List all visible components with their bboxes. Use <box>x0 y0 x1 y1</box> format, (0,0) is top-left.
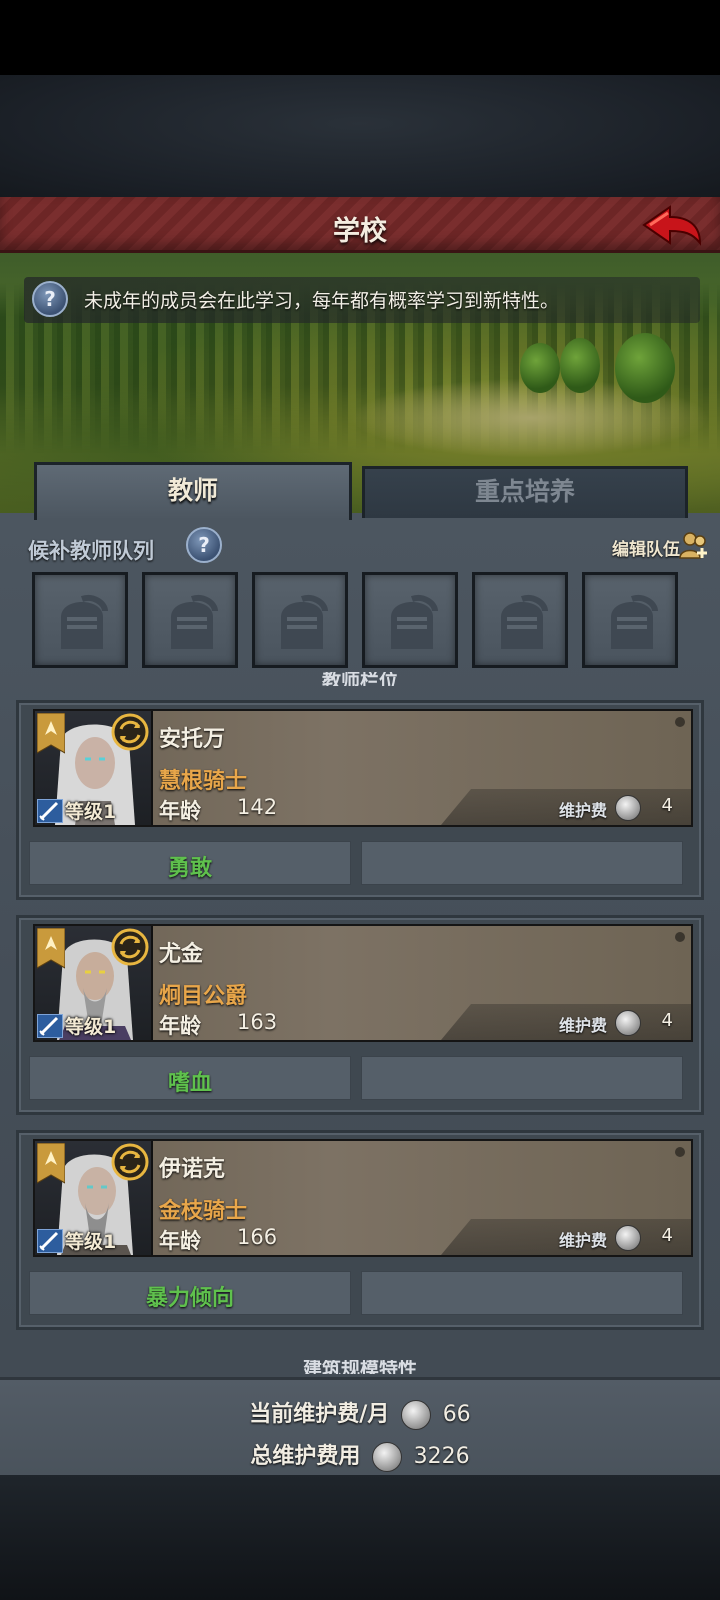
teacher-portrait: 等级1 <box>35 926 153 1040</box>
bottom-backdrop <box>0 1475 720 1600</box>
trait-slot-empty[interactable] <box>361 841 683 885</box>
trait-slot-empty[interactable] <box>361 1271 683 1315</box>
upkeep-label: 维护费 <box>558 801 607 820</box>
tree-decor <box>520 343 560 393</box>
silver-coin-icon <box>615 795 641 821</box>
knight-helmet-icon <box>171 595 218 649</box>
trait-slot[interactable]: 暴力倾向 <box>29 1271 351 1315</box>
knight-helmet-icon <box>501 595 548 649</box>
teacher-age: 166 <box>237 1225 278 1249</box>
rivet-decor <box>675 1147 685 1157</box>
total-upkeep-value: 3226 <box>413 1444 470 1469</box>
tree-decor <box>615 333 675 403</box>
teacher-name: 尤金 <box>159 942 204 967</box>
teacher-slots-header: 教师栏位 <box>321 672 398 686</box>
trait-slot[interactable]: 嗜血 <box>29 1056 351 1100</box>
candidate-queue-label: 候补教师队列 <box>28 539 154 563</box>
help-icon[interactable]: ? <box>32 281 68 317</box>
teacher-age: 163 <box>237 1010 278 1034</box>
knight-helmet-icon <box>391 595 438 649</box>
page-title: 学校 <box>333 216 387 247</box>
upkeep-label: 维护费 <box>558 1016 607 1035</box>
building-traits-header: 建筑规模特性 <box>302 1360 417 1374</box>
teacher-level: 等级1 <box>65 801 117 823</box>
trait-slot[interactable]: 勇敢 <box>29 841 351 885</box>
teacher-title: 慧根骑士 <box>159 769 248 794</box>
knight-helmet-icon <box>281 595 328 649</box>
weapon-sword-icon <box>37 799 63 823</box>
rivet-decor <box>675 717 685 727</box>
teacher-portrait: 等级1 <box>35 1141 153 1255</box>
teacher-level: 等级1 <box>65 1016 117 1038</box>
trait-label: 暴力倾向 <box>145 1286 234 1311</box>
candidate-slot[interactable] <box>362 572 458 668</box>
candidate-slot[interactable] <box>472 572 568 668</box>
candidate-slot[interactable] <box>582 572 678 668</box>
silver-coin-icon <box>401 1400 432 1430</box>
weapon-sword-icon <box>37 1229 63 1253</box>
teacher-name: 安托万 <box>159 727 226 752</box>
teacher-age-label: 年龄 <box>159 1229 201 1253</box>
teacher-age-label: 年龄 <box>159 1014 201 1038</box>
banner-rank-icon <box>37 1143 65 1184</box>
monthly-upkeep-row: 当前维护费/月 66 <box>0 1396 720 1430</box>
candidate-slot[interactable] <box>32 572 128 668</box>
silver-coin-icon <box>615 1010 641 1036</box>
teacher-entry: 等级1 伊诺克 金枝骑士 年龄 166 维护费 4 暴力倾向 <box>16 1130 704 1330</box>
silver-coin-icon <box>615 1225 641 1251</box>
silver-coin-icon <box>372 1442 402 1472</box>
info-strip: ? 未成年的成员会在此学习，每年都有概率学习到新特性。 <box>24 277 700 323</box>
tree-decor <box>560 338 600 393</box>
teacher-card[interactable]: 等级1 尤金 炯目公爵 年龄 163 维护费 4 <box>33 924 693 1042</box>
edit-team-icon[interactable] <box>678 530 710 560</box>
top-backdrop <box>0 75 720 197</box>
tab-focus-training[interactable]: 重点培养 <box>362 466 688 518</box>
teacher-portrait: 等级1 <box>35 711 153 825</box>
teacher-title: 金枝骑士 <box>159 1199 248 1224</box>
total-upkeep-label: 总维护费用 <box>250 1444 361 1469</box>
swap-icon[interactable] <box>111 713 149 751</box>
total-upkeep-row: 总维护费用 3226 <box>0 1438 720 1472</box>
knight-helmet-icon <box>611 595 658 649</box>
trait-label: 勇敢 <box>167 856 212 881</box>
teacher-card[interactable]: 等级1 安托万 慧根骑士 年龄 142 维护费 4 <box>33 709 693 827</box>
help-icon[interactable]: ? <box>186 527 222 563</box>
upkeep-label: 维护费 <box>558 1231 607 1250</box>
banner-rank-icon <box>37 713 65 754</box>
teacher-age: 142 <box>237 795 278 819</box>
teacher-entry: 等级1 安托万 慧根骑士 年龄 142 维护费 4 勇敢 <box>16 700 704 900</box>
title-bar: 学校 <box>0 197 720 253</box>
weapon-sword-icon <box>37 1014 63 1038</box>
upkeep-footer: 当前维护费/月 66 总维护费用 3226 <box>0 1377 720 1475</box>
edit-team-button[interactable]: 编辑队伍 <box>612 535 680 560</box>
candidate-slots <box>32 572 692 668</box>
trait-slot-empty[interactable] <box>361 1056 683 1100</box>
teacher-title: 炯目公爵 <box>159 984 248 1009</box>
swap-icon[interactable] <box>111 1143 149 1181</box>
teacher-name: 伊诺克 <box>159 1157 226 1182</box>
status-bar-area <box>0 0 720 75</box>
back-arrow-icon[interactable] <box>640 203 704 249</box>
upkeep-value: 4 <box>661 1225 673 1246</box>
banner-rank-icon <box>37 928 65 969</box>
teacher-age-label: 年龄 <box>159 799 201 823</box>
upkeep-value: 4 <box>661 795 673 816</box>
teacher-level: 等级1 <box>65 1231 117 1253</box>
candidate-slot[interactable] <box>252 572 348 668</box>
rivet-decor <box>675 932 685 942</box>
tab-teachers[interactable]: 教师 <box>34 462 352 520</box>
monthly-upkeep-value: 66 <box>442 1402 471 1427</box>
upkeep-value: 4 <box>661 1010 673 1031</box>
swap-icon[interactable] <box>111 928 149 966</box>
teacher-entry: 等级1 尤金 炯目公爵 年龄 163 维护费 4 嗜血 <box>16 915 704 1115</box>
knight-helmet-icon <box>61 595 108 649</box>
candidate-slot[interactable] <box>142 572 238 668</box>
monthly-upkeep-label: 当前维护费/月 <box>249 1402 390 1427</box>
teacher-card[interactable]: 等级1 伊诺克 金枝骑士 年龄 166 维护费 4 <box>33 1139 693 1257</box>
info-text: 未成年的成员会在此学习，每年都有概率学习到新特性。 <box>84 290 560 312</box>
trait-label: 嗜血 <box>167 1071 212 1096</box>
